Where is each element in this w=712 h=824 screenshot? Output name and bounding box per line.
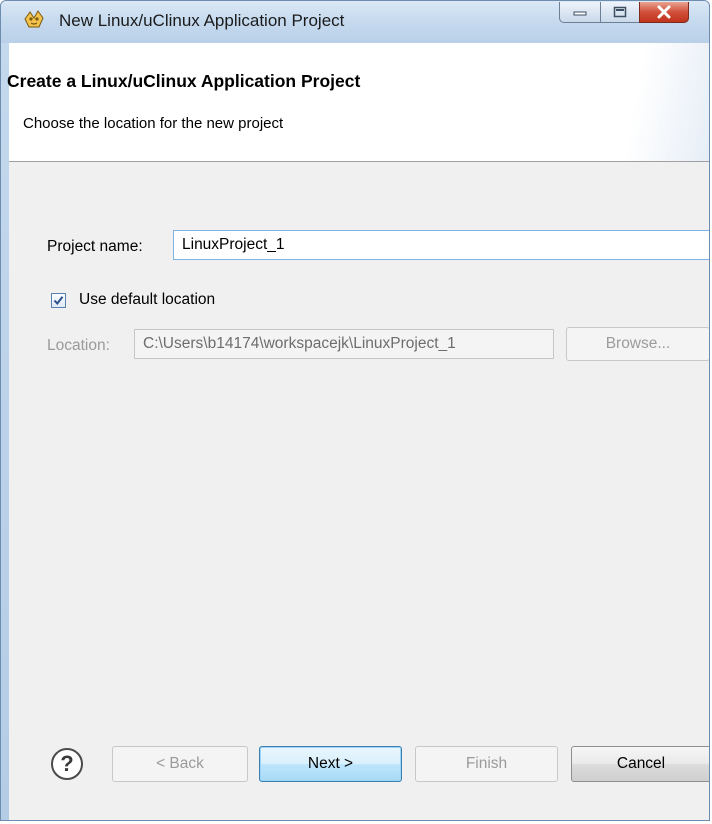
close-button[interactable] [639,2,689,23]
location-label: Location: [47,337,110,354]
project-name-input[interactable] [173,230,709,260]
browse-button[interactable]: Browse... [566,327,709,361]
use-default-location-label[interactable]: Use default location [79,291,215,309]
window-title: New Linux/uClinux Application Project [59,11,345,30]
wizard-banner: Create a Linux/uClinux Application Proje… [7,43,709,162]
location-input[interactable] [134,329,554,359]
dialog-content: Create a Linux/uClinux Application Proje… [7,43,709,820]
title-bar[interactable]: New Linux/uClinux Application Project [1,1,709,43]
next-button[interactable]: Next > [259,746,402,782]
help-icon: ? [60,751,74,776]
checkmark-icon [53,296,64,306]
wizard-button-bar: ? < Back Next > Finish Cancel [9,732,709,820]
project-name-label: Project name: [47,238,143,255]
maximize-icon [613,6,627,18]
cancel-button[interactable]: Cancel [571,746,709,782]
wizard-icon [23,9,45,31]
banner-title: Create a Linux/uClinux Application Proje… [7,71,361,91]
help-button[interactable]: ? [51,748,83,780]
dialog-window: New Linux/uClinux Application Project Cr… [0,0,710,821]
finish-button[interactable]: Finish [415,746,558,782]
wizard-page: Project name: Use default location Locat… [9,163,709,732]
close-icon [657,5,671,19]
minimize-icon [573,11,587,16]
maximize-button[interactable] [600,2,640,23]
banner-subtitle: Choose the location for the new project [23,115,284,132]
banner-graphic [589,43,709,161]
back-button[interactable]: < Back [112,746,248,782]
minimize-button[interactable] [559,2,601,23]
use-default-location-checkbox[interactable] [51,293,66,308]
